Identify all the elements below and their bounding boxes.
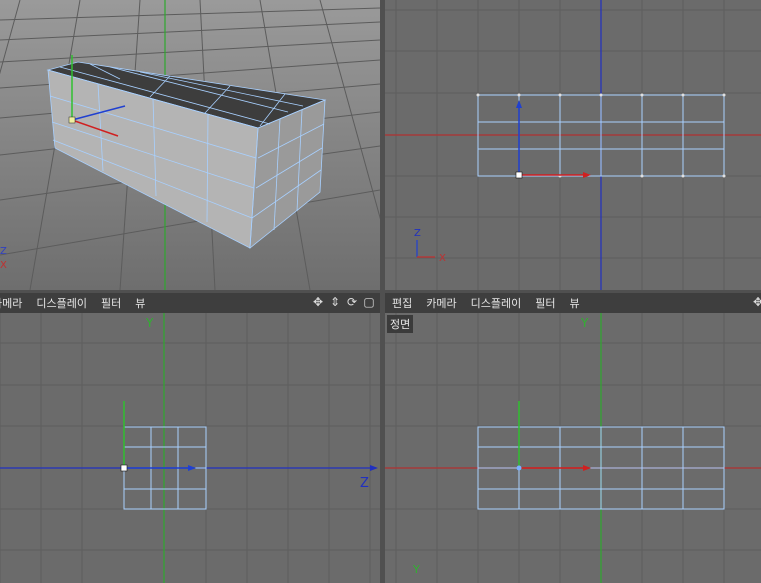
axis-z-label: Z xyxy=(0,246,7,257)
maximize-icon[interactable]: ▢ xyxy=(362,295,376,309)
axis-x-label: X xyxy=(0,260,7,271)
axis-x-label: X xyxy=(439,253,446,264)
rotate-icon[interactable]: ⟳ xyxy=(345,295,359,309)
move-icon[interactable]: ✥ xyxy=(311,295,325,309)
axis-y-label: Y xyxy=(412,563,420,576)
axis-z-label: Z xyxy=(360,476,369,491)
viewport-menubar: 카메라 디스플레이 필터 뷰 ✥ ⇕ ⟳ ▢ xyxy=(0,293,380,313)
menu-filter[interactable]: 필터 xyxy=(101,295,121,311)
viewport-top[interactable]: Z X xyxy=(385,0,761,290)
top-scene: Z X xyxy=(385,0,761,290)
viewport-perspective[interactable]: Z X xyxy=(0,0,380,290)
move-icon[interactable]: ✥ xyxy=(751,295,761,309)
view-label-front: 정면 xyxy=(387,315,414,333)
axis-y-label: Y xyxy=(580,316,589,330)
viewport-splitter-horizontal[interactable] xyxy=(0,290,761,293)
pivot-handle[interactable] xyxy=(120,464,128,472)
menu-edit[interactable]: 편집 xyxy=(392,295,412,311)
menu-view[interactable]: 뷰 xyxy=(569,295,579,311)
pivot-handle[interactable] xyxy=(515,171,523,179)
front-scene: Y Y xyxy=(385,313,761,583)
perspective-scene: Z X xyxy=(0,0,380,290)
menu-filter[interactable]: 필터 xyxy=(535,295,555,311)
axis-y-label: Y xyxy=(145,316,154,330)
viewport-right[interactable]: 카메라 디스플레이 필터 뷰 ✥ ⇕ ⟳ ▢ xyxy=(0,293,380,583)
right-scene: Y Z xyxy=(0,313,380,583)
viewport-menubar: 편집 카메라 디스플레이 필터 뷰 ✥ xyxy=(385,293,761,313)
menu-display[interactable]: 디스플레이 xyxy=(471,295,522,311)
axis-z-label: Z xyxy=(414,228,421,239)
viewport-front[interactable]: 편집 카메라 디스플레이 필터 뷰 ✥ Y Y 정면 xyxy=(385,293,761,583)
pivot-handle[interactable] xyxy=(516,465,522,471)
menu-view[interactable]: 뷰 xyxy=(135,295,145,311)
menu-camera[interactable]: 카메라 xyxy=(426,295,456,311)
pivot-handle[interactable] xyxy=(68,116,76,124)
menu-camera[interactable]: 카메라 xyxy=(0,295,22,311)
dolly-icon[interactable]: ⇕ xyxy=(328,295,342,309)
menu-display[interactable]: 디스플레이 xyxy=(36,295,87,311)
